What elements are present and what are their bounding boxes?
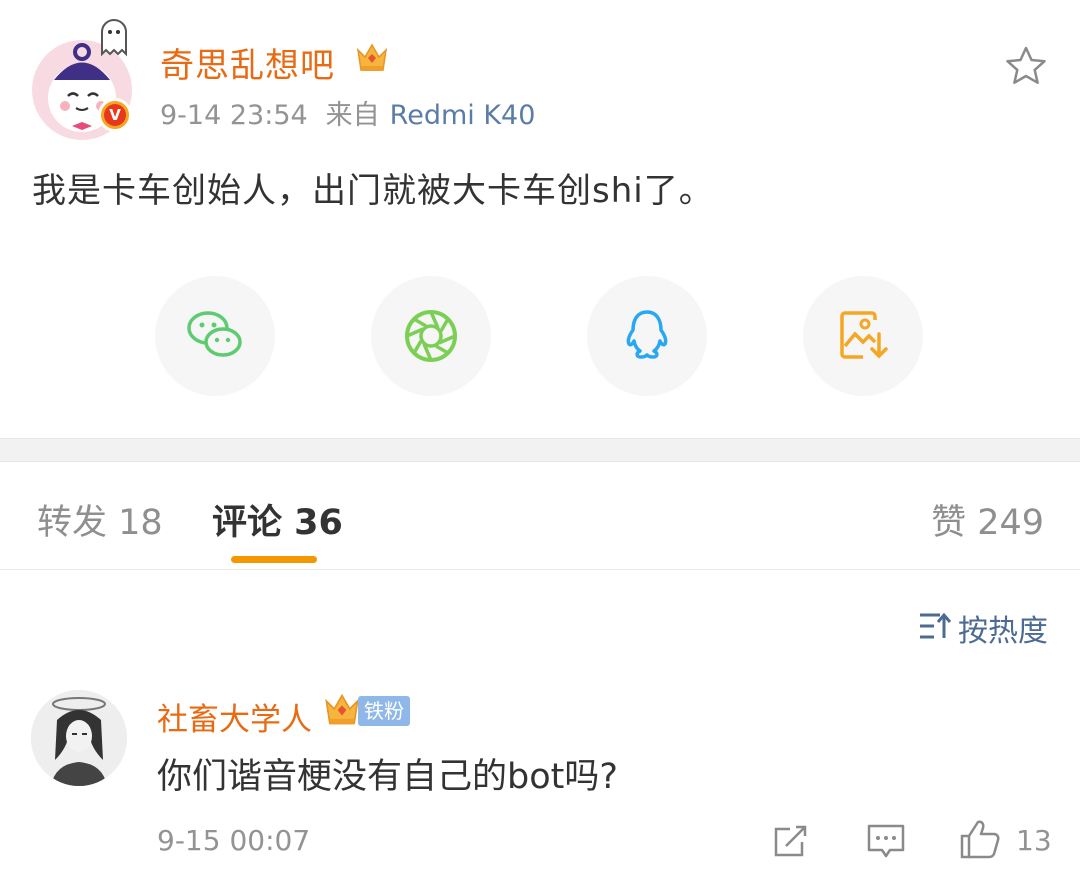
active-tab-indicator xyxy=(231,556,317,563)
comment-like-count: 13 xyxy=(1016,824,1052,857)
sort-icon[interactable] xyxy=(918,610,954,646)
favorite-star-icon[interactable] xyxy=(1004,44,1048,92)
share-moments-button[interactable] xyxy=(371,276,491,396)
share-qq-button[interactable] xyxy=(587,276,707,396)
wechat-icon xyxy=(187,311,242,357)
comment-crown-icon xyxy=(322,690,362,734)
tab-comment[interactable]: 评论 36 xyxy=(212,494,343,545)
comment-time: 9-15 00:07 xyxy=(157,824,311,857)
post-card: V 奇思乱想吧 9-14 23:54 来自 Redmi K40 我是卡车创始人，出门… xyxy=(0,0,1080,438)
post-time: 9-14 23:54 xyxy=(160,100,308,131)
share-save-image-button[interactable] xyxy=(803,276,923,396)
share-wechat-button[interactable] xyxy=(155,276,275,396)
ghost-decoration-icon xyxy=(94,14,134,64)
post-source-prefix: 来自 xyxy=(325,100,380,131)
save-image-icon xyxy=(840,311,888,359)
fan-badge: 铁粉 xyxy=(358,696,410,726)
tab-like[interactable]: 赞 249 xyxy=(931,494,1044,545)
crown-icon xyxy=(354,40,390,80)
post-meta: 9-14 23:54 来自 Redmi K40 xyxy=(160,93,535,132)
like-comment-icon[interactable] xyxy=(958,818,1002,864)
moments-icon xyxy=(405,310,457,362)
post-content: 我是卡车创始人，出门就被大卡车创shi了。 xyxy=(32,171,714,211)
reply-comment-icon[interactable] xyxy=(866,822,906,864)
post-author-name[interactable]: 奇思乱想吧 xyxy=(160,38,335,87)
verified-badge-icon: V xyxy=(98,98,132,132)
commenter-avatar[interactable] xyxy=(31,690,127,786)
repost-comment-icon[interactable] xyxy=(772,822,810,864)
section-divider xyxy=(0,438,1080,462)
comment-author-name[interactable]: 社畜大学人 xyxy=(157,694,312,739)
comment-text: 你们谐音梗没有自己的bot吗? xyxy=(157,757,618,797)
sort-by-hot-button[interactable]: 按热度 xyxy=(958,606,1048,650)
tab-repost[interactable]: 转发 18 xyxy=(37,494,163,545)
post-source[interactable]: Redmi K40 xyxy=(390,100,536,131)
qq-icon xyxy=(626,310,668,359)
